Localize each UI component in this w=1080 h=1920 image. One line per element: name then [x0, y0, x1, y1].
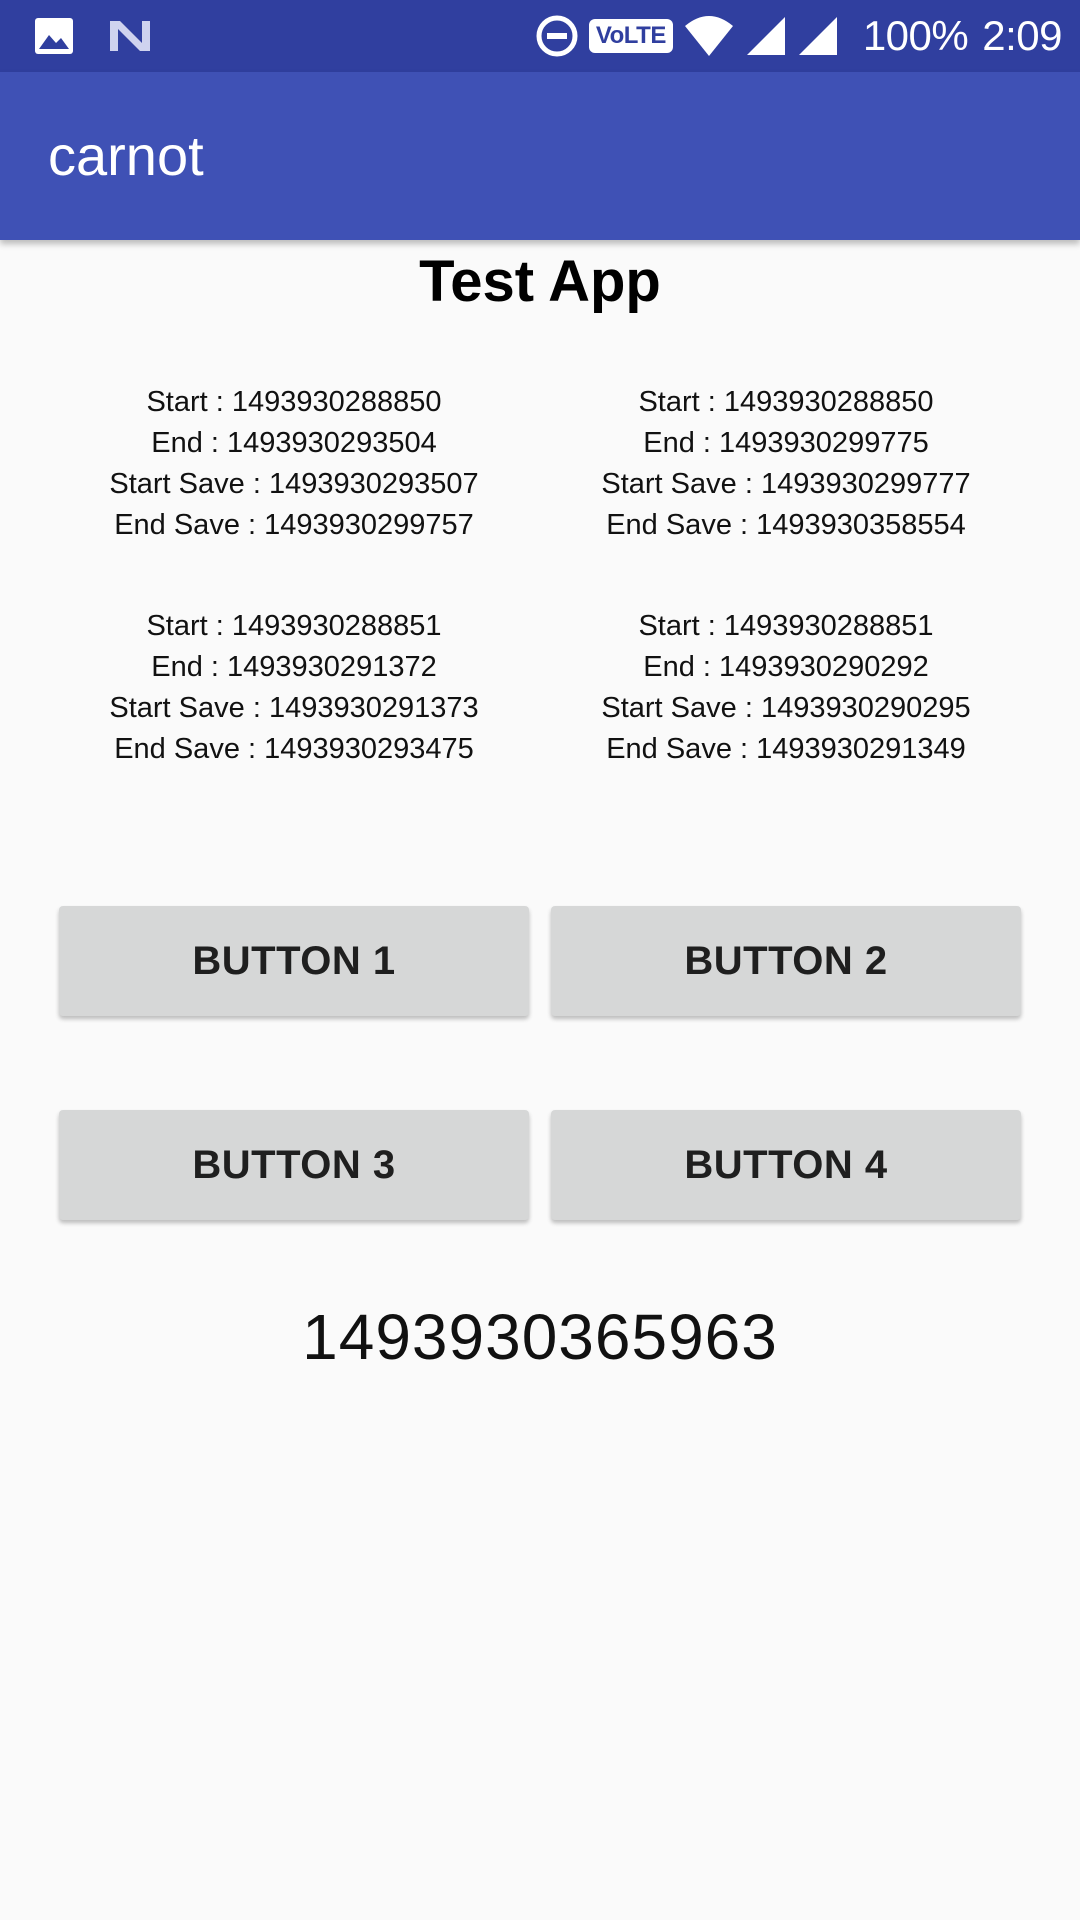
- signal-icon-2: [797, 15, 839, 57]
- stat-end: End : 1493930291372: [151, 651, 437, 683]
- status-bar-left: [34, 0, 152, 72]
- battery-percent: 100%: [862, 12, 969, 59]
- status-bar: VoLTE 100% 2:09: [0, 0, 1080, 72]
- current-timestamp: 1493930365963: [302, 1301, 778, 1373]
- stat-end-save: End Save : 1493930358554: [606, 509, 966, 541]
- stat-end: End : 1493930299775: [643, 427, 929, 459]
- app-title: carnot: [48, 124, 204, 187]
- stat-start-save: Start Save : 1493930291373: [109, 692, 479, 724]
- stat-start: Start : 1493930288850: [146, 386, 442, 418]
- stat-start-save: Start Save : 1493930299777: [601, 468, 971, 500]
- image-icon: [34, 17, 74, 55]
- app-bar: carnot: [0, 72, 1080, 240]
- stat-end: End : 1493930293504: [151, 427, 437, 459]
- wifi-icon: [683, 14, 735, 58]
- button-2[interactable]: BUTTON 2: [551, 906, 1021, 1016]
- signal-icon-1: [745, 15, 787, 57]
- volte-badge: VoLTE: [588, 19, 673, 53]
- stats-block-3: Start : 1493930288851 End : 149393029137…: [44, 606, 544, 770]
- n-notification-icon: [108, 17, 152, 55]
- stats-block-2: Start : 1493930288850 End : 149393029977…: [536, 382, 1036, 546]
- button-3[interactable]: BUTTON 3: [59, 1110, 529, 1220]
- stat-end: End : 1493930290292: [643, 651, 929, 683]
- button-1[interactable]: BUTTON 1: [59, 906, 529, 1016]
- clock: 2:09: [982, 12, 1062, 59]
- stat-start: Start : 1493930288851: [146, 610, 442, 642]
- stat-start-save: Start Save : 1493930290295: [601, 692, 971, 724]
- stat-end-save: End Save : 1493930293475: [114, 733, 474, 765]
- stat-start: Start : 1493930288850: [638, 386, 934, 418]
- button-4[interactable]: BUTTON 4: [551, 1110, 1021, 1220]
- stat-end-save: End Save : 1493930291349: [606, 733, 966, 765]
- stats-block-1: Start : 1493930288850 End : 149393029350…: [44, 382, 544, 546]
- stats-block-4: Start : 1493930288851 End : 149393029029…: [536, 606, 1036, 770]
- stat-end-save: End Save : 1493930299757: [114, 509, 474, 541]
- stat-start: Start : 1493930288851: [638, 610, 934, 642]
- stat-start-save: Start Save : 1493930293507: [109, 468, 479, 500]
- do-not-disturb-icon: [535, 14, 579, 58]
- page-title: Test App: [419, 249, 661, 314]
- status-bar-right: VoLTE 100% 2:09: [535, 0, 1062, 72]
